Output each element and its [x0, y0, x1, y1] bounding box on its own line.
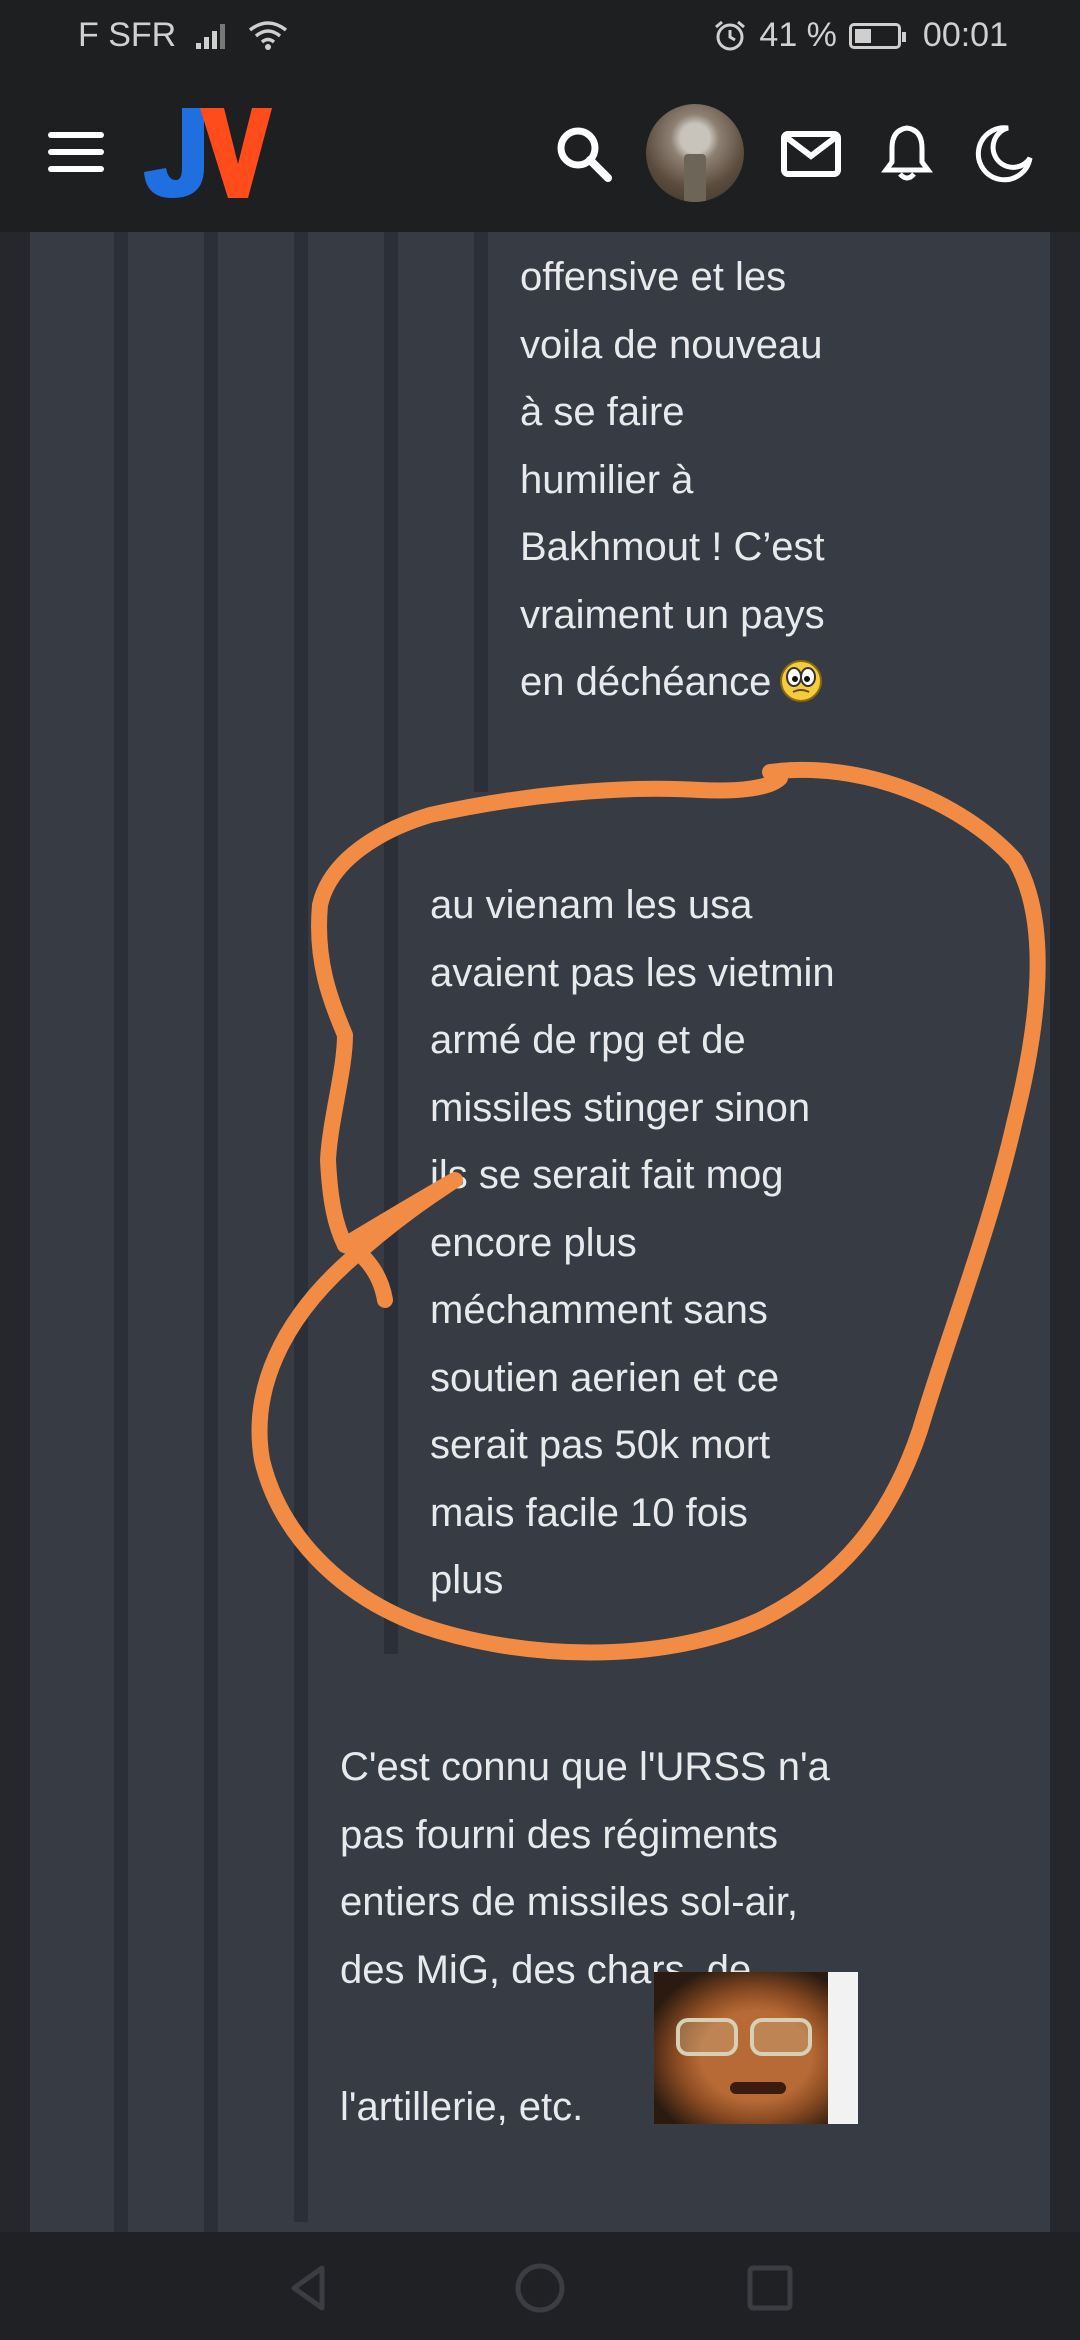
- quote-thread-line: [114, 232, 128, 2232]
- quote-thread-line: [384, 232, 398, 1654]
- signal-icon: [196, 23, 226, 49]
- system-navigation-bar: [0, 2232, 1080, 2340]
- mail-icon[interactable]: [780, 122, 842, 184]
- moon-icon[interactable]: [972, 122, 1034, 184]
- quote-thread-line: [204, 232, 218, 2232]
- quote-line: au vienam les usa: [430, 883, 753, 927]
- quote-level-2: au vienam les usa avaient pas les vietmi…: [430, 872, 835, 1615]
- avatar[interactable]: [646, 104, 744, 202]
- wifi-icon: [249, 20, 288, 50]
- app-header: [0, 72, 1080, 232]
- quote-line: Bakhmout ! C’est: [520, 525, 825, 569]
- quote-line: avaient pas les vietmin: [430, 950, 835, 995]
- recent-apps-icon[interactable]: [742, 2260, 798, 2316]
- battery-icon: [848, 22, 906, 49]
- alarm-icon: [715, 20, 746, 50]
- quote-line: voila de nouveau: [520, 322, 823, 367]
- quote-line: humilier à: [520, 457, 694, 502]
- quote-line: à se faire: [520, 390, 685, 434]
- quote-line: vraiment un pays: [520, 592, 825, 637]
- reply-message: C'est connu que l'URSS n'a pas fourni de…: [340, 1734, 830, 2004]
- quote-line: soutien aerien et ce: [430, 1355, 780, 1400]
- quote-line: armé de rpg et de: [430, 1018, 746, 1062]
- quote-line: missiles stinger sinon: [430, 1085, 811, 1130]
- quote-line: en déchéance: [520, 660, 772, 704]
- jv-logo[interactable]: [142, 102, 272, 202]
- quote-thread-line: [294, 232, 308, 2222]
- search-icon[interactable]: [552, 122, 614, 184]
- status-bar: F SFR 41 % 00:01: [0, 0, 1080, 72]
- quote-line: offensive et les: [520, 255, 787, 299]
- quote-line: méchamment sans: [430, 1288, 768, 1332]
- quote-line: plus: [430, 1558, 504, 1602]
- menu-icon[interactable]: [48, 132, 104, 172]
- reply-line: entiers de missiles sol-air,: [340, 1880, 798, 1924]
- bell-icon[interactable]: [876, 122, 938, 184]
- home-icon[interactable]: [512, 2260, 568, 2316]
- eyes-smiley-icon: [780, 660, 823, 702]
- quote-line: mais facile 10 fois: [430, 1490, 748, 1535]
- quote-level-3: offensive et les voila de nouveau à se f…: [520, 244, 825, 717]
- reply-line: pas fourni des régiments: [340, 1812, 779, 1857]
- back-icon[interactable]: [282, 2260, 338, 2316]
- quote-line: serait pas 50k mort: [430, 1423, 771, 1467]
- quote-line: ils se serait fait mog: [430, 1153, 784, 1197]
- quote-line: encore plus: [430, 1220, 637, 1265]
- reply-line: C'est connu que l'URSS n'a: [340, 1745, 830, 1789]
- carrier-label: F SFR: [78, 16, 177, 54]
- clock: 00:01: [922, 16, 1008, 54]
- message-thread: offensive et les voila de nouveau à se f…: [30, 232, 1050, 2232]
- battery-percent: 41 %: [759, 16, 837, 54]
- quote-line-with-emoji: en déchéance: [520, 649, 825, 717]
- reply-line: l'artillerie, etc.: [340, 2085, 584, 2129]
- reaction-gif-image[interactable]: [654, 1972, 858, 2124]
- quote-thread-line: [474, 232, 488, 792]
